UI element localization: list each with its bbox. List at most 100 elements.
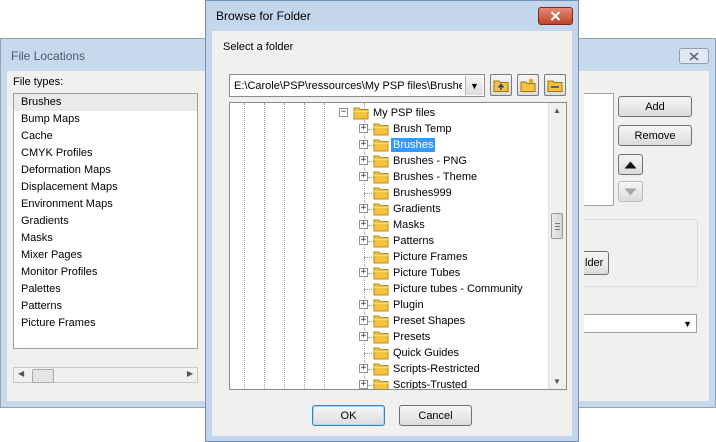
scroll-up-icon[interactable]: ▲ [553,106,561,115]
tree-node[interactable]: + Patterns [230,233,550,249]
new-folder-button[interactable] [517,74,539,96]
tree-node-label[interactable]: Quick Guides [391,346,461,360]
folder-icon [373,123,389,136]
folder-list-panel[interactable] [584,93,614,206]
file-type-item[interactable]: CMYK Profiles [14,145,197,162]
tree-node-label[interactable]: Scripts-Trusted [391,378,469,389]
ok-button[interactable]: OK [312,405,385,426]
tree-node[interactable]: Brushes999 [230,185,550,201]
expand-icon[interactable]: + [359,364,368,373]
file-type-item[interactable]: Monitor Profiles [14,264,197,281]
file-type-item[interactable]: Deformation Maps [14,162,197,179]
tree-node-label[interactable]: Plugin [391,298,426,312]
tree-node-label[interactable]: Patterns [391,234,436,248]
file-type-item[interactable]: Picture Frames [14,315,197,332]
tree-node[interactable]: Picture Frames [230,249,550,265]
add-button[interactable]: Add [618,96,692,117]
tree-node-label[interactable]: Brushes999 [391,186,454,200]
expand-icon[interactable]: + [359,204,368,213]
file-type-item[interactable]: Palettes [14,281,197,298]
expand-icon[interactable]: + [359,236,368,245]
tree-node[interactable]: + Brushes - PNG [230,153,550,169]
file-type-item[interactable]: Masks [14,230,197,247]
folder-icon [353,107,369,120]
scroll-thumb[interactable] [551,213,563,239]
tree-node[interactable]: + Plugin [230,297,550,313]
file-type-item[interactable]: Patterns [14,298,197,315]
expand-icon[interactable]: + [359,140,368,149]
expand-icon[interactable]: + [359,124,368,133]
tree-node[interactable]: + Picture Tubes [230,265,550,281]
file-locations-close-button[interactable] [679,48,709,64]
select-folder-label: Select a folder [223,41,294,53]
dialog-close-button[interactable] [538,7,573,25]
chevron-down-icon[interactable]: ▼ [465,76,483,95]
tree-node[interactable]: Quick Guides [230,345,550,361]
tree-node-label[interactable]: Brushes [391,138,436,152]
tree-node-label[interactable]: Gradients [391,202,443,216]
location-dropdown[interactable]: ▼ [584,314,697,333]
folder-icon [373,203,389,216]
expand-icon[interactable]: + [359,268,368,277]
tree-node-label[interactable]: Brushes - Theme [391,170,479,184]
file-type-item[interactable]: Mixer Pages [14,247,197,264]
file-type-item[interactable]: Bump Maps [14,111,197,128]
folder-icon [373,187,389,200]
tree-node-label[interactable]: Picture Tubes [391,266,462,280]
tree-node[interactable]: + Gradients [230,201,550,217]
folder-icon [373,267,389,280]
file-type-item[interactable]: Displacement Maps [14,179,197,196]
tree-node-label[interactable]: Scripts-Restricted [391,362,482,376]
tree-node-label[interactable]: Preset Shapes [391,314,467,328]
tree-node-label[interactable]: My PSP files [371,106,437,120]
move-down-button[interactable] [618,181,643,202]
expand-icon[interactable]: + [359,172,368,181]
browse-folder-button[interactable]: lder [584,251,609,275]
expand-icon[interactable]: + [359,220,368,229]
tree-node[interactable]: + Brush Temp [230,121,550,137]
tree-node-label[interactable]: Picture tubes - Community [391,282,525,296]
expand-icon[interactable]: + [359,300,368,309]
tree-node-label[interactable]: Masks [391,218,427,232]
scroll-down-icon[interactable]: ▼ [553,377,561,386]
cancel-button[interactable]: Cancel [399,405,472,426]
close-icon [689,51,699,61]
tree-node[interactable]: Picture tubes - Community [230,281,550,297]
expand-icon[interactable]: + [359,316,368,325]
scroll-thumb[interactable] [32,369,54,383]
tree-node-root[interactable]: − My PSP files [230,105,550,121]
browse-folder-icon [547,80,563,92]
tree-vscrollbar[interactable]: ▲ ▼ [548,103,566,389]
expand-icon[interactable]: + [359,380,368,389]
file-type-item[interactable]: Environment Maps [14,196,197,213]
file-types-list[interactable]: Brushes Bump Maps Cache CMYK Profiles De… [13,93,198,349]
file-type-item[interactable]: Cache [14,128,197,145]
remove-button[interactable]: Remove [618,125,692,146]
folder-icon [373,347,389,360]
path-combobox[interactable]: E:\Carole\PSP\ressources\My PSP files\Br… [229,74,485,97]
tree-node-selected[interactable]: + Brushes [230,137,550,153]
tree-node-label[interactable]: Brush Temp [391,122,454,136]
tree-node[interactable]: + Brushes - Theme [230,169,550,185]
browse-folder-button[interactable] [544,74,566,96]
up-one-level-button[interactable] [490,74,512,96]
expand-icon[interactable]: + [359,332,368,341]
tree-node-label[interactable]: Brushes - PNG [391,154,469,168]
file-types-hscrollbar[interactable]: ◀ ▶ [13,367,198,383]
file-type-item[interactable]: Gradients [14,213,197,230]
dialog-body: Select a folder E:\Carole\PSP\ressources… [212,31,572,436]
expand-icon[interactable]: + [359,156,368,165]
tree-node-label[interactable]: Presets [391,330,432,344]
tree-node[interactable]: + Scripts-Trusted [230,377,550,389]
scroll-right-icon[interactable]: ▶ [187,369,193,378]
tree-node[interactable]: + Masks [230,217,550,233]
tree-node-label[interactable]: Picture Frames [391,250,470,264]
tree-node[interactable]: + Preset Shapes [230,313,550,329]
scroll-left-icon[interactable]: ◀ [18,369,24,378]
tree-node[interactable]: + Presets [230,329,550,345]
move-up-button[interactable] [618,154,643,175]
file-type-item[interactable]: Brushes [14,94,197,111]
tree-node[interactable]: + Scripts-Restricted [230,361,550,377]
collapse-icon[interactable]: − [339,108,348,117]
folder-tree[interactable]: − My PSP files + Brush Temp + Brushes + … [229,102,567,390]
